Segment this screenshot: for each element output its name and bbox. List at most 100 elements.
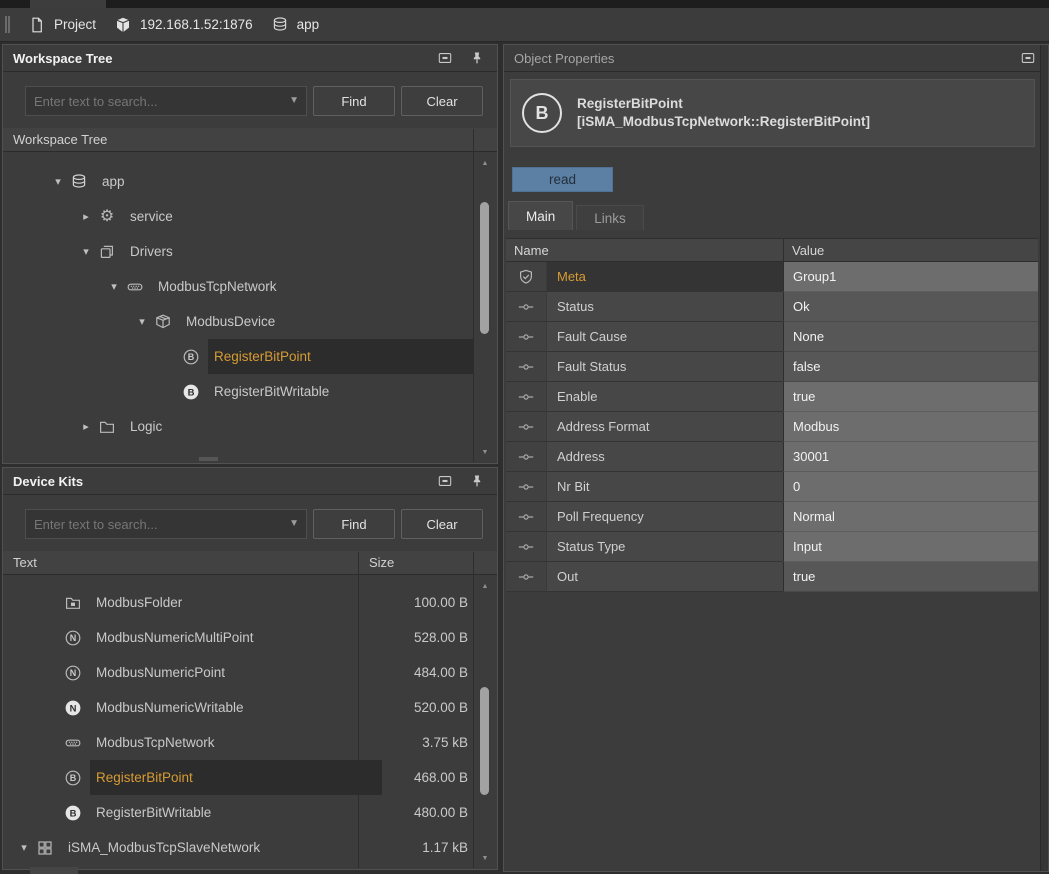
kit-item-label-area[interactable]: RegisterBitWritable — [90, 795, 382, 830]
property-row[interactable]: Fault Statusfalse — [506, 352, 1038, 382]
scrollbar-thumb[interactable] — [480, 687, 489, 795]
kit-item[interactable]: BRegisterBitPoint468.00 B — [4, 760, 496, 795]
kit-item-label-area[interactable]: ModbusNumericPoint — [90, 655, 382, 690]
property-name[interactable]: Fault Status — [546, 352, 783, 382]
tree-item-label: app — [102, 174, 125, 189]
kit-item[interactable]: ModbusFolder100.00 B — [4, 585, 496, 620]
tree-item-label-area[interactable]: service — [124, 199, 473, 234]
kit-item[interactable]: NModbusNumericWritable520.00 B — [4, 690, 496, 725]
workspace-find-button[interactable]: Find — [313, 86, 395, 116]
kit-item[interactable]: BRegisterBitWritable480.00 B — [4, 795, 496, 830]
properties-scrollbar-track[interactable] — [1040, 45, 1048, 871]
kit-item-label-area[interactable]: iSMA_ModbusTcpSlaveNetwork — [62, 830, 382, 865]
property-value[interactable]: 30001 — [783, 442, 1038, 472]
property-row[interactable]: Enabletrue — [506, 382, 1038, 412]
chevron-expanded-icon[interactable]: ▾ — [132, 315, 152, 328]
scroll-down-icon[interactable]: ▼ — [474, 855, 496, 862]
property-row[interactable]: Status TypeInput — [506, 532, 1038, 562]
property-value[interactable]: Group1 — [783, 262, 1038, 292]
kits-search-input[interactable] — [25, 509, 307, 539]
scrollbar-thumb[interactable] — [480, 202, 489, 334]
kits-clear-button[interactable]: Clear — [401, 509, 483, 539]
kit-item-label-area[interactable]: RegisterBitPoint — [90, 760, 382, 795]
property-row[interactable]: Nr Bit0 — [506, 472, 1038, 502]
chevron-expanded-icon[interactable]: ▾ — [104, 280, 124, 293]
property-row[interactable]: Poll FrequencyNormal — [506, 502, 1038, 532]
kit-item[interactable]: ModbusTcpNetwork3.75 kB — [4, 725, 496, 760]
property-value[interactable]: Modbus — [783, 412, 1038, 442]
kit-item-label-area[interactable]: ModbusNumericWritable — [90, 690, 382, 725]
tree-item-label-area[interactable]: ModbusTcpNetwork — [152, 269, 473, 304]
property-name[interactable]: Nr Bit — [546, 472, 783, 502]
scroll-down-icon[interactable]: ▼ — [474, 449, 496, 456]
property-row[interactable]: StatusOk — [506, 292, 1038, 322]
workspace-clear-button[interactable]: Clear — [401, 86, 483, 116]
property-name[interactable]: Out — [546, 562, 783, 592]
kits-find-button[interactable]: Find — [313, 509, 395, 539]
property-value[interactable]: true — [783, 382, 1038, 412]
tree-item-label-area[interactable]: RegisterBitPoint — [208, 339, 473, 374]
maximize-icon[interactable] — [437, 473, 453, 489]
pin-icon[interactable] — [469, 473, 485, 489]
property-name[interactable]: Status — [546, 292, 783, 322]
tree-item[interactable]: ▾ app — [4, 164, 496, 199]
kits-size-column-label[interactable]: Size — [361, 555, 475, 570]
kits-text-column-label[interactable]: Text — [3, 555, 361, 570]
property-name[interactable]: Meta — [546, 262, 783, 292]
property-row[interactable]: MetaGroup1 — [506, 262, 1038, 292]
chevron-expanded-icon[interactable]: ▾ — [48, 175, 68, 188]
pin-icon[interactable] — [469, 50, 485, 66]
breadcrumb-item[interactable]: 192.168.1.52:1876 — [114, 16, 253, 34]
property-row[interactable]: Outtrue — [506, 562, 1038, 592]
chevron-collapsed-icon[interactable]: ▸ — [76, 420, 96, 433]
tree-item[interactable]: ▸⚙service — [4, 199, 496, 234]
maximize-icon[interactable] — [1020, 50, 1036, 66]
kit-item-label: ModbusNumericWritable — [96, 700, 244, 715]
property-name[interactable]: Status Type — [546, 532, 783, 562]
name-column-label[interactable]: Name — [506, 239, 783, 261]
kit-item[interactable]: NModbusNumericMultiPoint528.00 B — [4, 620, 496, 655]
property-value[interactable]: Input — [783, 532, 1038, 562]
chevron-expanded-icon[interactable]: ▾ — [14, 841, 34, 854]
kit-item-label-area[interactable]: ModbusTcpNetwork — [90, 725, 382, 760]
tree-item-label-area[interactable]: Logic — [124, 409, 473, 444]
property-row[interactable]: Address30001 — [506, 442, 1038, 472]
read-button[interactable]: read — [512, 167, 613, 192]
kit-item-label-area[interactable]: ModbusFolder — [90, 585, 382, 620]
tree-item[interactable]: ▾ ModbusDevice — [4, 304, 496, 339]
chevron-expanded-icon[interactable]: ▾ — [76, 245, 96, 258]
value-column-label[interactable]: Value — [783, 239, 1038, 261]
property-row[interactable]: Fault CauseNone — [506, 322, 1038, 352]
tree-item[interactable]: BRegisterBitWritable — [4, 374, 496, 409]
maximize-icon[interactable] — [437, 50, 453, 66]
chevron-collapsed-icon[interactable]: ▸ — [76, 210, 96, 223]
scroll-up-icon[interactable]: ▲ — [474, 583, 496, 590]
database-icon — [70, 173, 88, 191]
tab-main[interactable]: Main — [508, 201, 573, 230]
tree-item[interactable]: BRegisterBitPoint — [4, 339, 496, 374]
scroll-up-icon[interactable]: ▲ — [474, 160, 496, 167]
toolbar-grip-handle[interactable] — [5, 16, 10, 33]
property-name[interactable]: Poll Frequency — [546, 502, 783, 532]
property-name[interactable]: Address Format — [546, 412, 783, 442]
kit-item-label-area[interactable]: ModbusNumericMultiPoint — [90, 620, 382, 655]
kit-item[interactable]: NModbusNumericPoint484.00 B — [4, 655, 496, 690]
property-name[interactable]: Fault Cause — [546, 322, 783, 352]
property-row[interactable]: Address FormatModbus — [506, 412, 1038, 442]
tree-item[interactable]: ▾ Drivers — [4, 234, 496, 269]
property-name[interactable]: Address — [546, 442, 783, 472]
tab-links[interactable]: Links — [576, 205, 644, 230]
tree-item-label-area[interactable]: Drivers — [124, 234, 473, 269]
property-name[interactable]: Enable — [546, 382, 783, 412]
breadcrumb-item[interactable]: app — [271, 16, 320, 34]
tree-item[interactable]: ▾ ModbusTcpNetwork — [4, 269, 496, 304]
property-value[interactable]: Normal — [783, 502, 1038, 532]
kit-item[interactable]: ▾iSMA_ModbusTcpSlaveNetwork1.17 kB — [4, 830, 496, 865]
breadcrumb-item[interactable]: Project — [28, 16, 96, 34]
tree-item-label-area[interactable]: ModbusDevice — [180, 304, 473, 339]
property-value[interactable]: 0 — [783, 472, 1038, 502]
workspace-search-input[interactable] — [25, 86, 307, 116]
tree-item-label-area[interactable]: app — [96, 164, 473, 199]
tree-item[interactable]: ▸ Logic — [4, 409, 496, 444]
tree-item-label-area[interactable]: RegisterBitWritable — [208, 374, 473, 409]
